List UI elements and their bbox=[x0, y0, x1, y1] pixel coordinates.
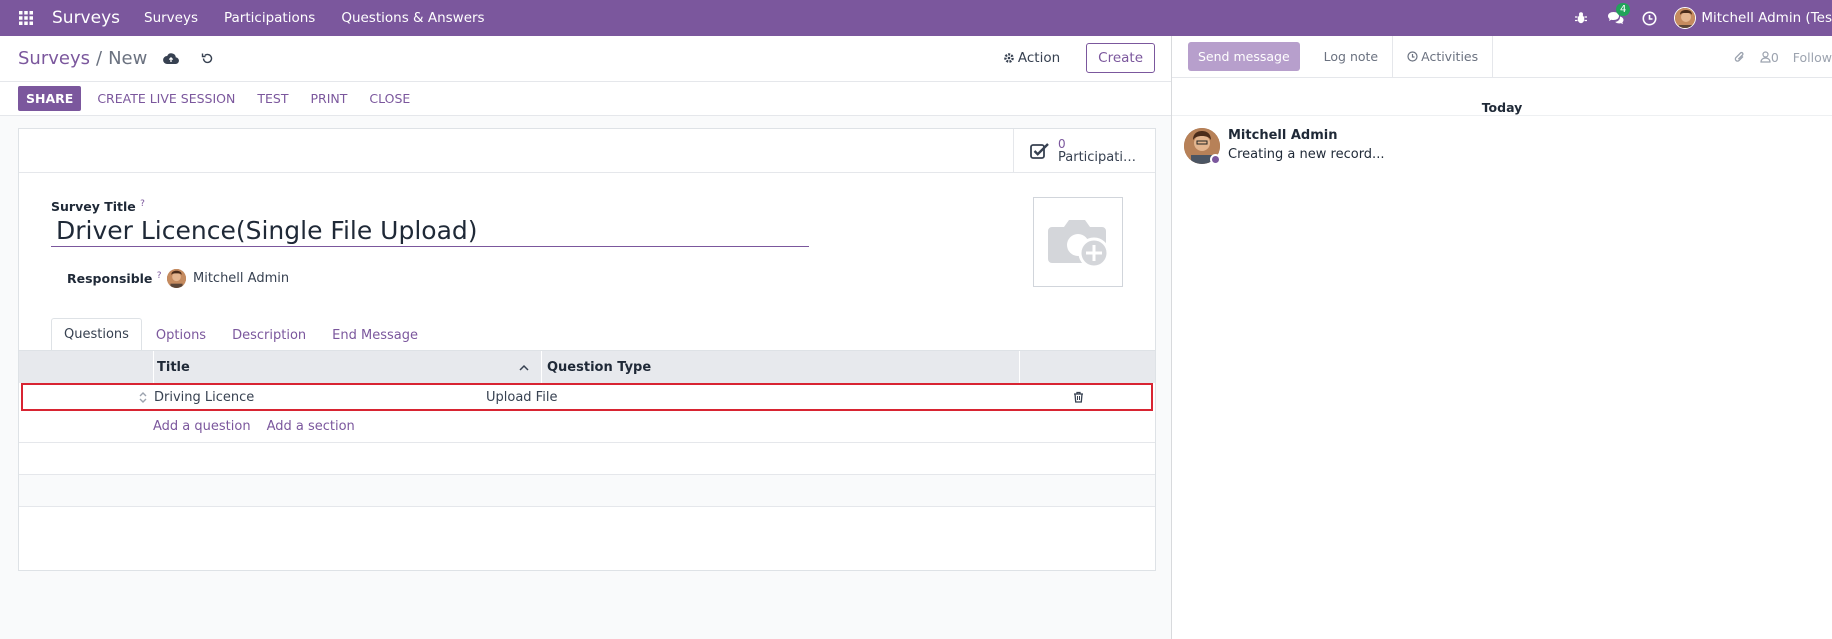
table-row[interactable]: Driving Licence Upload File bbox=[21, 383, 1153, 411]
gear-icon bbox=[1004, 53, 1014, 63]
help-tooltip-icon[interactable]: ? bbox=[140, 199, 145, 209]
online-status-dot bbox=[1210, 154, 1221, 165]
survey-title-label-text: Survey Title bbox=[51, 199, 136, 215]
date-separator-line bbox=[1172, 115, 1832, 116]
messages-icon[interactable]: 4 bbox=[1598, 0, 1632, 36]
save-cloud-icon[interactable] bbox=[163, 52, 180, 65]
log-note-button[interactable]: Log note bbox=[1316, 35, 1394, 78]
column-header-actions bbox=[1019, 351, 1155, 383]
responsible-name: Mitchell Admin bbox=[193, 271, 290, 286]
bug-icon[interactable] bbox=[1564, 0, 1598, 36]
drag-handle-icon[interactable] bbox=[139, 385, 147, 409]
activities-label: Activities bbox=[1421, 49, 1479, 64]
action-label: Action bbox=[1017, 50, 1061, 66]
chatter-topbar: Send message Log note Activities 0 Follo… bbox=[1172, 35, 1832, 78]
message-text: Creating a new record... bbox=[1228, 147, 1385, 162]
print-button[interactable]: PRINT bbox=[310, 91, 347, 106]
camera-add-icon bbox=[1048, 220, 1110, 269]
checkbox-icon bbox=[1030, 142, 1049, 159]
menu-participations[interactable]: Participations bbox=[224, 10, 315, 26]
tab-end-message[interactable]: End Message bbox=[320, 320, 430, 351]
empty-row bbox=[19, 475, 1155, 507]
responsible-avatar bbox=[167, 269, 186, 288]
add-question-link[interactable]: Add a question bbox=[153, 419, 251, 434]
activities-button[interactable]: Activities bbox=[1393, 35, 1494, 78]
breadcrumb-separator: / bbox=[96, 48, 103, 69]
action-menu-button[interactable]: Action bbox=[1003, 50, 1060, 66]
responsible-label: Responsible ? bbox=[67, 271, 162, 286]
question-title-cell[interactable]: Driving Licence bbox=[154, 385, 254, 409]
trash-icon[interactable] bbox=[1073, 385, 1084, 409]
survey-title-input[interactable]: Driver Licence(Single File Upload) bbox=[51, 215, 809, 247]
notebook-tabs: Questions Options Description End Messag… bbox=[51, 317, 432, 351]
add-section-link[interactable]: Add a section bbox=[267, 419, 355, 434]
date-separator-label: Today bbox=[1471, 100, 1533, 115]
breadcrumb-current: New bbox=[108, 48, 148, 69]
participations-label: Participati… bbox=[1058, 149, 1136, 165]
user-icon bbox=[1760, 51, 1771, 63]
column-title-label: Title bbox=[157, 359, 190, 375]
followers-button[interactable]: 0 bbox=[1760, 50, 1779, 65]
chatter-panel: Send message Log note Activities 0 Follo… bbox=[1172, 35, 1832, 639]
responsible-label-text: Responsible bbox=[67, 271, 153, 287]
app-brand[interactable]: Surveys bbox=[52, 8, 120, 28]
menu-surveys[interactable]: Surveys bbox=[144, 10, 198, 26]
form-sheet: 0 Participati… Survey Title ? Driver Lic… bbox=[18, 128, 1156, 571]
paperclip-icon[interactable] bbox=[1734, 51, 1746, 64]
tab-questions[interactable]: Questions bbox=[51, 318, 142, 351]
survey-title-label: Survey Title ? bbox=[51, 199, 145, 214]
sort-ascending-icon bbox=[519, 364, 529, 371]
activity-clock-icon[interactable] bbox=[1632, 0, 1666, 36]
followers-count: 0 bbox=[1770, 49, 1779, 65]
menu-questions-answers[interactable]: Questions & Answers bbox=[341, 10, 484, 26]
message-author[interactable]: Mitchell Admin bbox=[1228, 128, 1384, 143]
empty-row bbox=[19, 443, 1155, 475]
chatter-message: Mitchell Admin Creating a new record... bbox=[1184, 128, 1385, 165]
column-header-question-type[interactable]: Question Type bbox=[541, 351, 1019, 383]
messages-count-badge: 4 bbox=[1615, 3, 1631, 16]
user-name: Mitchell Admin (Tes bbox=[1701, 10, 1832, 26]
apps-menu-icon[interactable] bbox=[0, 0, 52, 36]
status-bar: SHARE CREATE LIVE SESSION TEST PRINT CLO… bbox=[0, 82, 1171, 116]
close-button[interactable]: CLOSE bbox=[369, 91, 410, 106]
author-avatar[interactable] bbox=[1184, 128, 1221, 165]
discard-changes-icon[interactable] bbox=[201, 52, 214, 65]
send-message-button[interactable]: Send message bbox=[1188, 42, 1300, 71]
create-button[interactable]: Create bbox=[1086, 43, 1155, 73]
user-avatar bbox=[1674, 7, 1697, 29]
table-header: Title Question Type bbox=[19, 351, 1155, 383]
create-live-session-button[interactable]: CREATE LIVE SESSION bbox=[97, 91, 235, 106]
help-tooltip-icon[interactable]: ? bbox=[157, 271, 162, 281]
user-menu[interactable]: Mitchell Admin (Tes bbox=[1674, 7, 1832, 29]
date-separator: Today bbox=[1172, 100, 1832, 115]
test-button[interactable]: TEST bbox=[257, 91, 288, 106]
clock-icon bbox=[1407, 51, 1418, 62]
top-navbar: Surveys Surveys Participations Questions… bbox=[0, 0, 1832, 36]
survey-image-upload[interactable] bbox=[1033, 197, 1123, 287]
control-panel: Surveys / New Action Create bbox=[0, 36, 1171, 82]
tab-description[interactable]: Description bbox=[220, 320, 318, 351]
column-header-title[interactable]: Title bbox=[153, 351, 541, 383]
breadcrumb-surveys[interactable]: Surveys bbox=[18, 48, 90, 69]
tab-options[interactable]: Options bbox=[144, 320, 218, 351]
questions-table: Title Question Type Driving Licence Uplo… bbox=[19, 351, 1155, 507]
participations-smart-button[interactable]: 0 Participati… bbox=[1013, 129, 1155, 172]
smart-button-box: 0 Participati… bbox=[19, 129, 1155, 173]
share-button[interactable]: SHARE bbox=[18, 86, 82, 111]
question-type-cell[interactable]: Upload File bbox=[486, 385, 557, 409]
add-line-row: Add a question Add a section bbox=[19, 411, 1155, 443]
responsible-field[interactable]: Mitchell Admin bbox=[167, 269, 289, 288]
participations-count: 0 bbox=[1058, 136, 1066, 151]
form-pane: Surveys / New Action Create SHARE CREATE… bbox=[0, 36, 1172, 639]
follow-button[interactable]: Follow bbox=[1793, 50, 1832, 65]
